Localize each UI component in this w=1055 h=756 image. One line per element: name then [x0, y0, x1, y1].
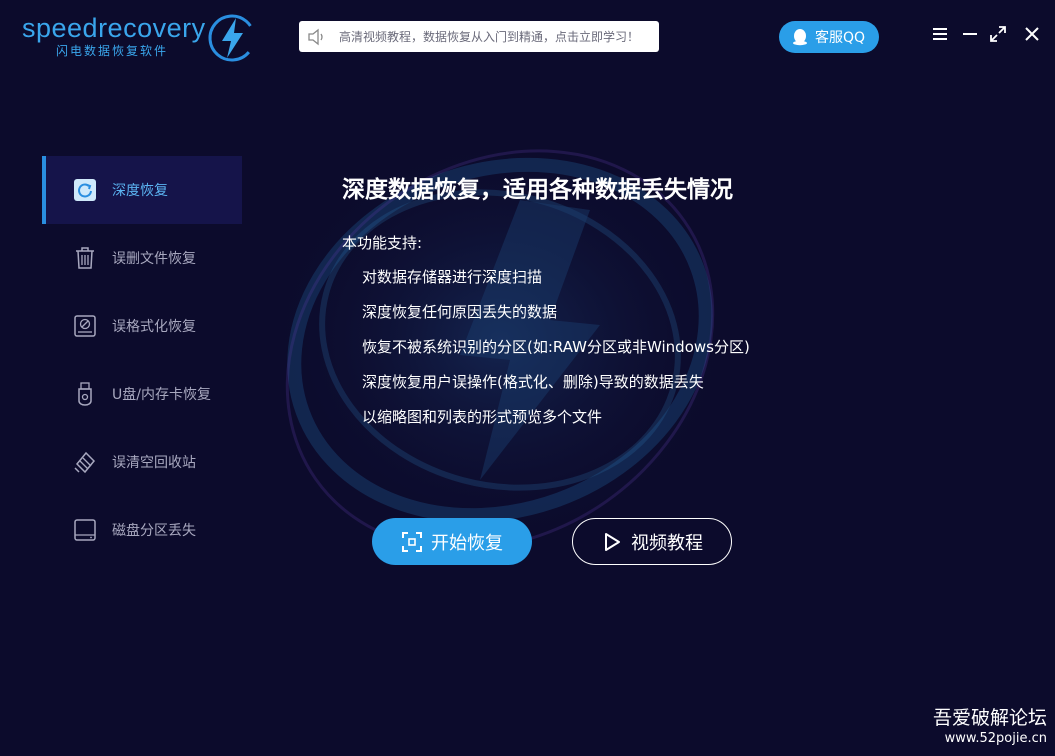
sidebar-item-format-recovery[interactable]: 误格式化恢复 — [42, 292, 242, 360]
disk-partition-icon — [72, 517, 98, 543]
app-window: speedrecovery 闪电数据恢复软件 高清视频教程，数据恢复从入门到精通… — [0, 0, 1055, 756]
usb-drive-icon — [72, 381, 98, 407]
sidebar-nav: 深度恢复 误删文件恢复 误格式化恢复 U盘/内存卡恢复 误清空回收站 磁盘分区丢… — [42, 156, 242, 564]
tutorial-notice-bar[interactable]: 高清视频教程，数据恢复从入门到精通，点击立即学习！ — [299, 21, 659, 52]
list-item: 深度恢复用户误操作(格式化、删除)导致的数据丢失 — [362, 373, 704, 391]
list-item: 以缩略图和列表的形式预览多个文件 — [362, 408, 603, 426]
format-drive-icon — [72, 313, 98, 339]
forum-watermark: 吾爱破解论坛 www.52pojie.cn — [933, 706, 1047, 748]
video-button-label: 视频教程 — [631, 532, 703, 554]
close-icon — [1025, 27, 1039, 41]
logo-text: speedrecovery — [22, 13, 206, 43]
hamburger-menu-icon — [933, 28, 947, 40]
lightning-bolt-icon — [208, 14, 256, 62]
logo-subtitle: 闪电数据恢复软件 — [56, 44, 169, 58]
watermark-url: www.52pojie.cn — [944, 731, 1047, 746]
menu-button[interactable] — [930, 24, 950, 44]
watermark-title: 吾爱破解论坛 — [932, 707, 1047, 729]
minimize-button[interactable] — [960, 24, 980, 44]
recycle-bin-icon — [72, 449, 98, 475]
video-tutorial-button[interactable]: 视频教程 — [572, 518, 732, 565]
support-heading: 本功能支持: — [342, 234, 423, 252]
sidebar-item-label: 误删文件恢复 — [112, 251, 196, 267]
sidebar-item-label: 误格式化恢复 — [112, 319, 196, 335]
sidebar-item-label: 磁盘分区丢失 — [112, 523, 196, 539]
maximize-button[interactable] — [988, 24, 1008, 44]
qq-button-label: 客服QQ — [815, 30, 866, 46]
sidebar-item-label: 深度恢复 — [112, 183, 168, 199]
sidebar-item-label: U盘/内存卡恢复 — [112, 387, 211, 403]
feature-list: 对数据存储器进行深度扫描 深度恢复任何原因丢失的数据 恢复不被系统识别的分区(如… — [362, 266, 750, 441]
deep-recovery-icon — [72, 177, 98, 203]
sidebar-item-deleted-file-recovery[interactable]: 误删文件恢复 — [42, 224, 242, 292]
close-button[interactable] — [1022, 24, 1042, 44]
sidebar-item-usb-card-recovery[interactable]: U盘/内存卡恢复 — [42, 360, 242, 428]
page-title: 深度数据恢复，适用各种数据丢失情况 — [342, 177, 733, 203]
play-icon — [605, 532, 620, 551]
list-item: 恢复不被系统识别的分区(如:RAW分区或非Windows分区) — [362, 338, 750, 356]
start-button-label: 开始恢复 — [431, 532, 503, 554]
sidebar-item-label: 误清空回收站 — [112, 455, 196, 471]
speaker-icon — [308, 28, 323, 45]
app-logo: speedrecovery 闪电数据恢复软件 — [22, 12, 262, 64]
sidebar-item-recycle-bin-recovery[interactable]: 误清空回收站 — [42, 428, 242, 496]
customer-service-qq-button[interactable]: 客服QQ — [779, 21, 879, 53]
sidebar-item-deep-recovery[interactable]: 深度恢复 — [42, 156, 242, 224]
list-item: 对数据存储器进行深度扫描 — [362, 268, 543, 286]
list-item: 深度恢复任何原因丢失的数据 — [362, 303, 558, 321]
minimize-icon — [963, 33, 977, 35]
sidebar-item-partition-lost[interactable]: 磁盘分区丢失 — [42, 496, 242, 564]
qq-penguin-icon — [793, 29, 807, 46]
trash-icon — [72, 245, 98, 271]
notice-text: 高清视频教程，数据恢复从入门到精通，点击立即学习！ — [339, 30, 640, 44]
start-recovery-button[interactable]: 开始恢复 — [372, 518, 532, 565]
scan-icon — [402, 531, 422, 552]
maximize-icon — [990, 26, 1006, 42]
